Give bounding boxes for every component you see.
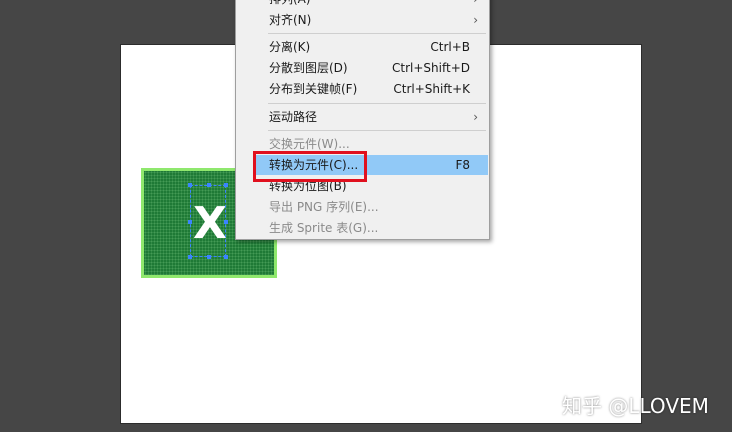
selection-handle[interactable] — [188, 220, 192, 224]
selection-handle[interactable] — [207, 255, 211, 259]
selection-handle[interactable] — [224, 255, 228, 259]
watermark: 知乎 @LLOVEM — [562, 394, 709, 418]
context-menu: 排列(A) › 对齐(N) › 分离(K) Ctrl+B 分散到图层(D) Ct… — [235, 0, 490, 240]
annotation-highlight-box — [253, 151, 367, 182]
menu-item-motion-path[interactable]: 运动路径 › — [254, 107, 488, 127]
selection-handle[interactable] — [224, 220, 228, 224]
selection-bounding-box[interactable] — [188, 183, 228, 259]
menu-item-distribute-to-layers[interactable]: 分散到图层(D) Ctrl+Shift+D — [254, 58, 488, 78]
menu-item-break-apart[interactable]: 分离(K) Ctrl+B — [254, 37, 488, 57]
shortcut-label: Ctrl+B — [430, 40, 470, 54]
submenu-arrow-icon: › — [473, 0, 478, 9]
menu-item-generate-sprite-sheet[interactable]: 生成 Sprite 表(G)... — [254, 218, 488, 238]
shortcut-label: F8 — [455, 158, 470, 172]
menu-separator — [268, 33, 486, 34]
shortcut-label: Ctrl+Shift+K — [393, 82, 470, 96]
selection-handle[interactable] — [207, 183, 211, 187]
submenu-arrow-icon: › — [473, 13, 478, 27]
selection-handle[interactable] — [224, 183, 228, 187]
menu-item-align[interactable]: 对齐(N) › — [254, 10, 488, 30]
submenu-arrow-icon: › — [473, 110, 478, 124]
shortcut-label: Ctrl+Shift+D — [392, 61, 470, 75]
menu-item-export-png-sequence[interactable]: 导出 PNG 序列(E)... — [254, 197, 488, 217]
menu-separator — [268, 103, 486, 104]
menu-item-arrange[interactable]: 排列(A) › — [254, 0, 488, 9]
selection-handle[interactable] — [188, 255, 192, 259]
selection-handle[interactable] — [188, 183, 192, 187]
menu-item-distribute-to-keyframes[interactable]: 分布到关键帧(F) Ctrl+Shift+K — [254, 79, 488, 99]
menu-separator — [268, 130, 486, 131]
